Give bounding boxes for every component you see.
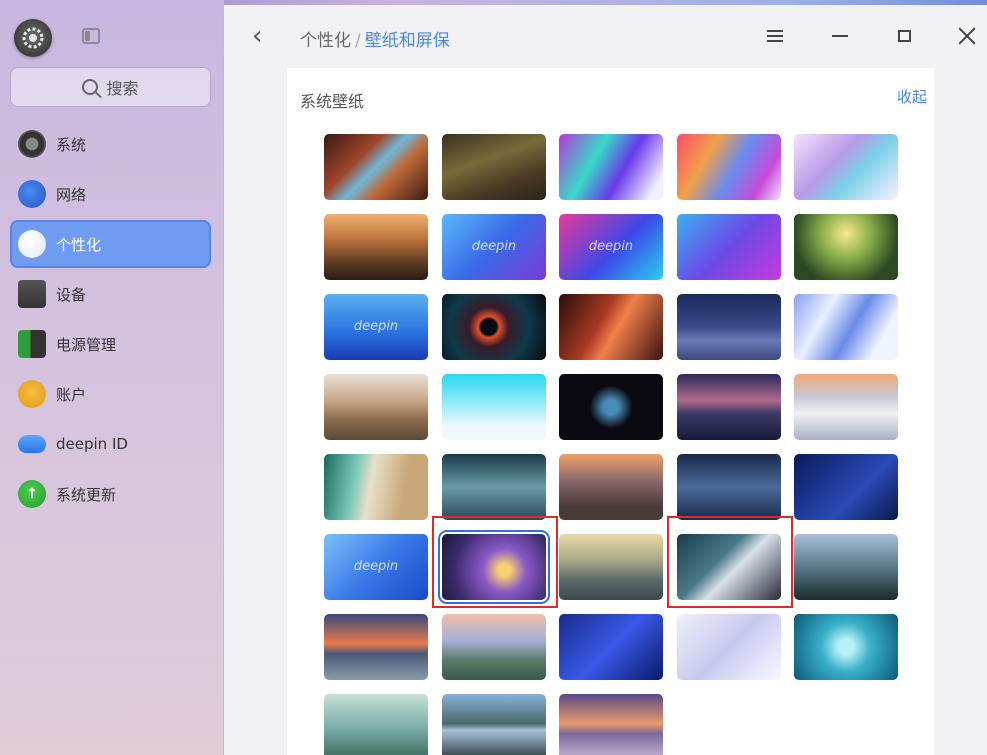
- wallpaper-thumbnail[interactable]: [559, 534, 663, 600]
- wallpaper-panel: 系统壁纸 收起 deepin deepin deepin deepin: [287, 68, 934, 755]
- wallpaper-watermark: deepin: [471, 239, 517, 255]
- wallpaper-thumbnail[interactable]: [794, 614, 898, 680]
- wallpaper-thumbnail[interactable]: [324, 614, 428, 680]
- wallpaper-watermark: deepin: [588, 239, 634, 255]
- wallpaper-thumbnail[interactable]: [324, 374, 428, 440]
- wallpaper-thumbnail[interactable]: [442, 614, 546, 680]
- network-icon: [18, 180, 46, 208]
- system-icon: [18, 130, 46, 158]
- wallpaper-thumbnail[interactable]: [794, 534, 898, 600]
- wallpaper-thumbnail[interactable]: [559, 614, 663, 680]
- wallpaper-thumbnail[interactable]: [794, 454, 898, 520]
- wallpaper-thumbnail[interactable]: [324, 214, 428, 280]
- maximize-icon: [897, 30, 911, 42]
- wallpaper-thumbnail[interactable]: [559, 694, 663, 755]
- minimize-button[interactable]: [825, 21, 855, 51]
- update-icon: ↑: [18, 480, 46, 508]
- maximize-button[interactable]: [889, 21, 919, 51]
- wallpaper-watermark: deepin: [353, 559, 399, 575]
- sidebar-item-account[interactable]: 账户: [10, 370, 211, 418]
- wallpaper-thumbnail[interactable]: [559, 134, 663, 200]
- wallpaper-thumbnail[interactable]: [677, 214, 781, 280]
- wallpaper-thumbnail[interactable]: [442, 294, 546, 360]
- sidebar-item-label: 系统: [56, 135, 87, 154]
- device-icon: [18, 280, 46, 308]
- search-input[interactable]: 搜索: [10, 67, 211, 107]
- wallpaper-thumbnail[interactable]: [559, 294, 663, 360]
- settings-gear-icon: [14, 19, 52, 57]
- sidebar-toggle-icon[interactable]: [82, 28, 100, 44]
- wallpaper-thumbnail[interactable]: [324, 454, 428, 520]
- wallpaper-thumbnail[interactable]: [442, 374, 546, 440]
- breadcrumb-current: 壁纸和屏保: [364, 31, 450, 51]
- sidebar-item-personalization[interactable]: 个性化: [10, 220, 211, 268]
- wallpaper-thumbnail[interactable]: deepin: [442, 214, 546, 280]
- sidebar-item-label: 个性化: [56, 235, 102, 254]
- wallpaper-thumbnail[interactable]: [677, 614, 781, 680]
- close-icon: [958, 27, 976, 45]
- wallpaper-thumbnail[interactable]: deepin: [559, 214, 663, 280]
- wallpaper-watermark: deepin: [353, 319, 399, 335]
- breadcrumb-parent[interactable]: 个性化: [300, 31, 351, 51]
- sidebar-item-label: deepin ID: [56, 435, 128, 453]
- breadcrumb-separator: /: [355, 31, 361, 51]
- wallpaper-thumbnail[interactable]: [794, 134, 898, 200]
- sidebar-item-label: 账户: [56, 385, 87, 404]
- back-button[interactable]: ‹: [252, 23, 274, 49]
- sidebar-item-device[interactable]: 设备: [10, 270, 211, 318]
- sidebar-item-label: 电源管理: [56, 335, 117, 354]
- wallpaper-thumbnail[interactable]: [324, 694, 428, 755]
- account-icon: [18, 380, 46, 408]
- wallpaper-thumbnail[interactable]: [442, 454, 546, 520]
- wallpaper-thumbnail[interactable]: [324, 134, 428, 200]
- wallpaper-thumbnail[interactable]: deepin: [324, 294, 428, 360]
- sidebar-item-update[interactable]: ↑ 系统更新: [10, 470, 211, 518]
- sidebar-item-deepin-id[interactable]: deepin ID: [10, 420, 211, 468]
- sidebar-item-system[interactable]: 系统: [10, 120, 211, 168]
- search-placeholder: 搜索: [106, 79, 139, 98]
- sidebar-item-label: 设备: [56, 285, 87, 304]
- wallpaper-thumbnail[interactable]: [559, 374, 663, 440]
- main-content: ‹ 个性化 / 壁纸和屏保 系统壁纸 收起 deepin deepin deepin de…: [224, 5, 987, 755]
- wallpaper-thumbnail[interactable]: [677, 454, 781, 520]
- wallpaper-thumbnail[interactable]: [677, 374, 781, 440]
- power-icon: [18, 330, 46, 358]
- wallpaper-thumbnail[interactable]: [794, 214, 898, 280]
- wallpaper-thumbnail[interactable]: [442, 694, 546, 755]
- cloud-icon: [18, 435, 46, 453]
- minimize-icon: [832, 35, 848, 37]
- highlight-box: [667, 516, 793, 608]
- sidebar-item-label: 网络: [56, 185, 87, 204]
- breadcrumb: 个性化 / 壁纸和屏保: [300, 26, 450, 51]
- wallpaper-thumbnail[interactable]: deepin: [324, 534, 428, 600]
- sidebar-item-label: 系统更新: [56, 485, 117, 504]
- section-title: 系统壁纸: [300, 92, 365, 111]
- personalization-icon: [18, 230, 46, 258]
- menu-button[interactable]: [760, 21, 790, 51]
- wallpaper-thumbnail[interactable]: [794, 374, 898, 440]
- menu-icon: [767, 30, 783, 42]
- search-icon: [82, 79, 99, 95]
- collapse-link[interactable]: 收起: [897, 86, 927, 107]
- sidebar-nav: 系统 网络 个性化 设备 电源管理 账户 deepin ID ↑ 系统更新: [10, 120, 211, 520]
- wallpaper-thumbnail[interactable]: [677, 294, 781, 360]
- wallpaper-thumbnail[interactable]: [677, 134, 781, 200]
- sidebar-item-network[interactable]: 网络: [10, 170, 211, 218]
- sidebar: 搜索 系统 网络 个性化 设备 电源管理 账户 deepin ID ↑ 系统更新: [0, 0, 224, 755]
- wallpaper-thumbnail[interactable]: [794, 294, 898, 360]
- wallpaper-thumbnail[interactable]: [442, 134, 546, 200]
- highlight-box: [432, 516, 558, 608]
- close-button[interactable]: [952, 21, 982, 51]
- wallpaper-thumbnail[interactable]: [559, 454, 663, 520]
- sidebar-item-power[interactable]: 电源管理: [10, 320, 211, 368]
